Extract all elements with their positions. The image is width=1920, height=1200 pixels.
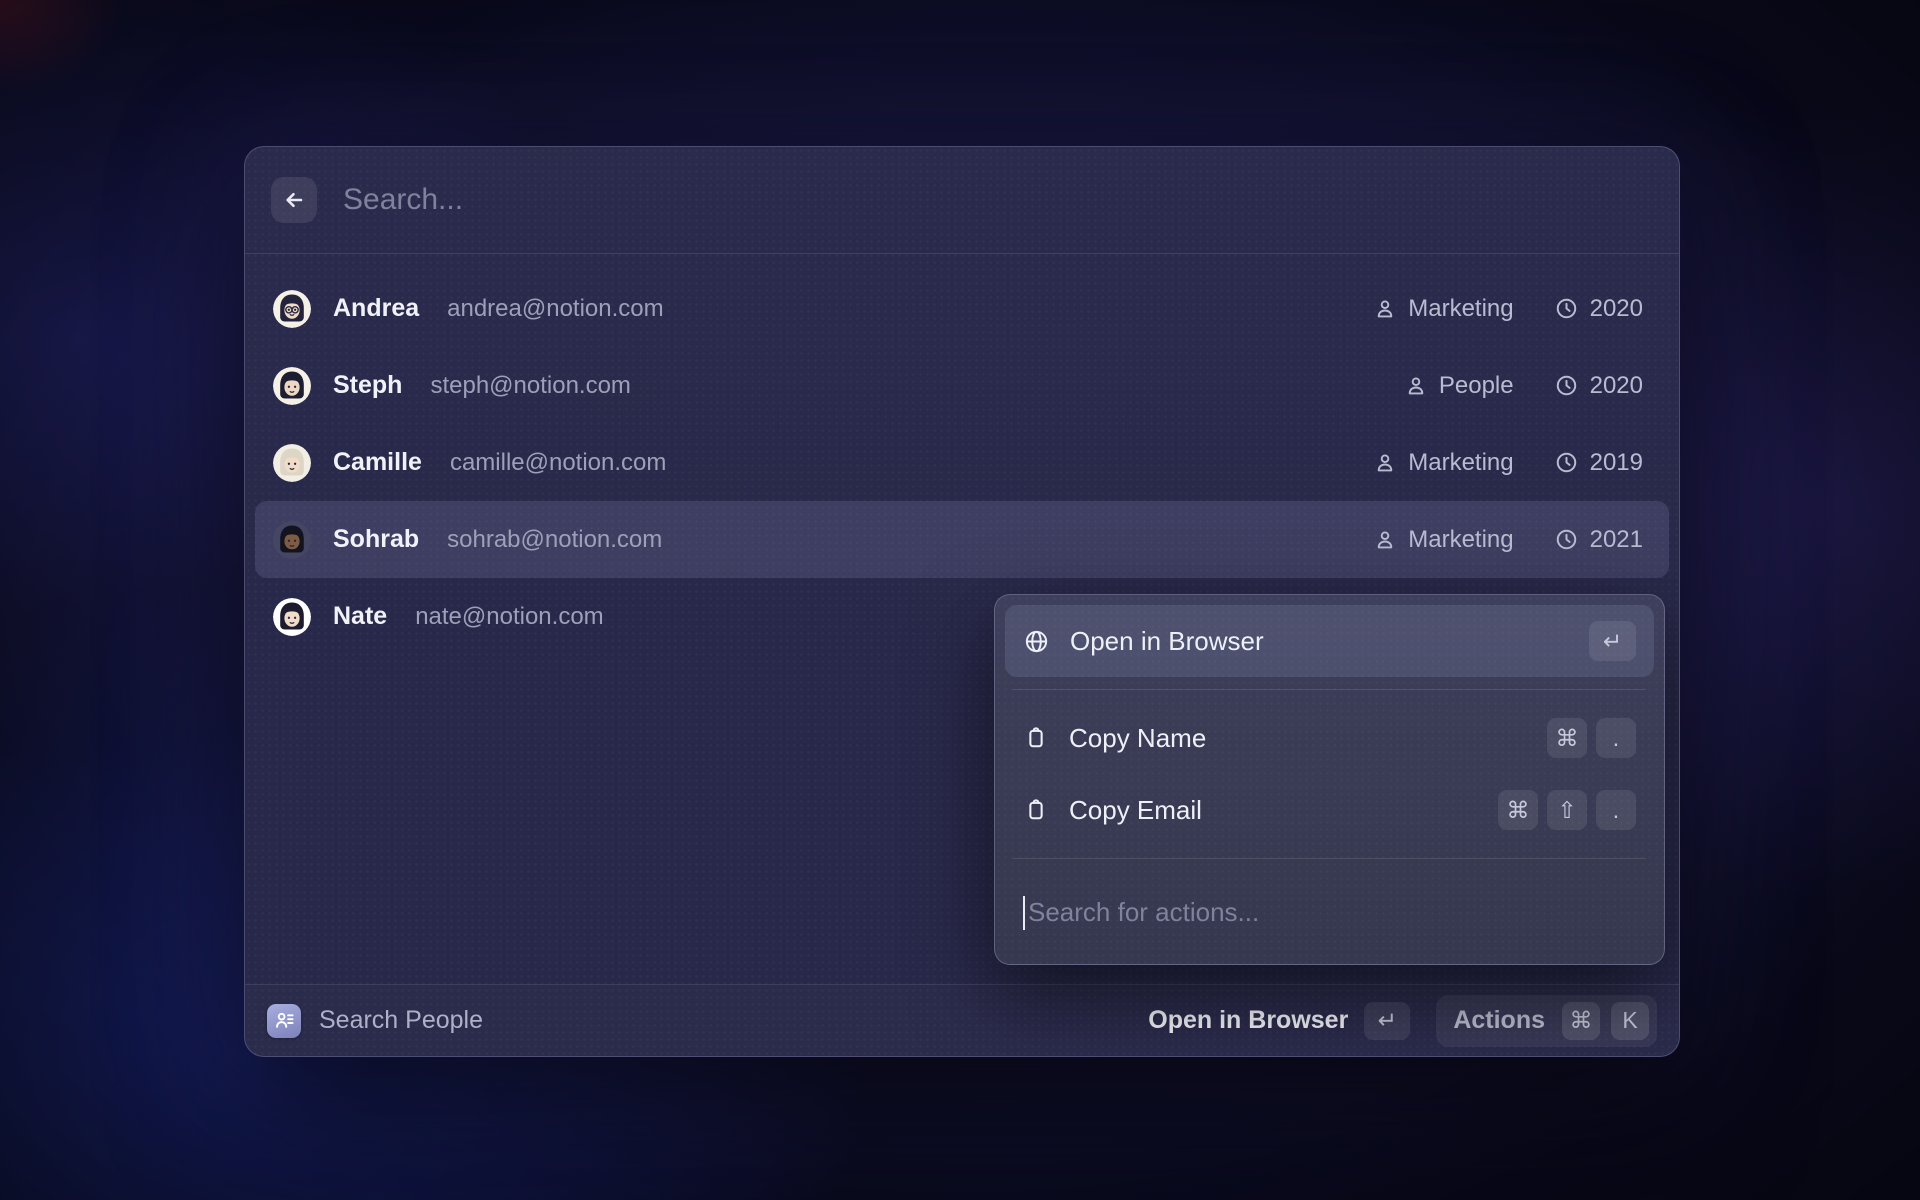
keyboard-key: . — [1596, 790, 1636, 830]
avatar — [273, 444, 311, 482]
actions-panel: Open in Browser ↵ Copy Name ⌘. Copy Emai… — [994, 594, 1665, 965]
clock-icon — [1554, 373, 1579, 398]
year-label: 2019 — [1590, 449, 1643, 477]
search-people-icon — [267, 1004, 301, 1038]
department-label: People — [1439, 372, 1514, 400]
avatar — [273, 521, 311, 559]
person-name: Andrea — [333, 294, 419, 323]
avatar — [273, 367, 311, 405]
person-name: Camille — [333, 448, 422, 477]
action-shortcut: ⌘. — [1547, 718, 1636, 758]
keyboard-key: ⌘ — [1498, 790, 1538, 830]
cmd-key: ⌘ — [1562, 1002, 1600, 1040]
keyboard-key: . — [1596, 718, 1636, 758]
search-input[interactable] — [343, 183, 1653, 217]
person-name: Sohrab — [333, 525, 419, 554]
person-row[interactable]: Andrea andrea@notion.com Marketing — [255, 270, 1669, 347]
open-in-browser-button[interactable]: Open in Browser ↵ — [1148, 1002, 1410, 1040]
department-accessory: Marketing — [1373, 295, 1513, 323]
avatar — [273, 598, 311, 636]
person-icon — [1404, 374, 1428, 398]
person-row[interactable]: Camille camille@notion.com Marketing — [255, 424, 1669, 501]
search-header — [245, 147, 1679, 253]
action-label: Copy Name — [1069, 723, 1206, 754]
person-email: camille@notion.com — [450, 449, 666, 477]
person-row[interactable]: Steph steph@notion.com People — [255, 347, 1669, 424]
enter-key: ↵ — [1364, 1002, 1410, 1040]
actions-list: Open in Browser ↵ Copy Name ⌘. Copy Emai… — [1005, 605, 1654, 846]
department-accessory: Marketing — [1373, 449, 1513, 477]
person-icon — [1373, 297, 1397, 321]
avatar — [273, 290, 311, 328]
action-label: Copy Email — [1069, 795, 1202, 826]
globe-icon — [1023, 628, 1050, 655]
action-item[interactable]: Copy Email ⌘⇧. — [1005, 774, 1654, 846]
k-key: K — [1611, 1002, 1649, 1040]
department-accessory: People — [1404, 372, 1514, 400]
desktop-background: Andrea andrea@notion.com Marketing — [0, 0, 1920, 1200]
person-email: andrea@notion.com — [447, 295, 664, 323]
actions-search-placeholder: Search for actions... — [1028, 897, 1259, 928]
arrow-left-icon — [280, 186, 308, 214]
actions-button-label: Actions — [1453, 1006, 1545, 1035]
person-email: nate@notion.com — [415, 603, 603, 631]
department-label: Marketing — [1408, 295, 1513, 323]
person-icon — [1373, 451, 1397, 475]
year-accessory: 2020 — [1554, 372, 1643, 400]
person-row[interactable]: Sohrab sohrab@notion.com Marketing — [255, 501, 1669, 578]
clock-icon — [1554, 450, 1579, 475]
action-label: Open in Browser — [1070, 626, 1264, 657]
keyboard-key: ⌘ — [1547, 718, 1587, 758]
keyboard-key: ↵ — [1589, 621, 1636, 661]
action-item[interactable]: Open in Browser ↵ — [1005, 605, 1654, 677]
person-name: Steph — [333, 371, 402, 400]
person-email: steph@notion.com — [430, 372, 630, 400]
footer-bar: Search People Open in Browser ↵ Actions … — [245, 984, 1679, 1056]
clock-icon — [1554, 527, 1579, 552]
panel-divider — [1013, 858, 1646, 859]
department-accessory: Marketing — [1373, 526, 1513, 554]
action-shortcut: ↵ — [1589, 621, 1636, 661]
department-label: Marketing — [1408, 449, 1513, 477]
action-item[interactable]: Copy Name ⌘. — [1005, 702, 1654, 774]
clipboard-icon — [1023, 797, 1049, 823]
primary-action-label: Open in Browser — [1148, 1006, 1348, 1035]
year-label: 2020 — [1590, 295, 1643, 323]
extension-label: Search People — [319, 1006, 483, 1035]
person-name: Nate — [333, 602, 387, 631]
launcher-window: Andrea andrea@notion.com Marketing — [244, 146, 1680, 1057]
text-caret — [1023, 896, 1025, 930]
clipboard-icon — [1023, 725, 1049, 751]
clock-icon — [1554, 296, 1579, 321]
row-accessories: Marketing 2020 — [1373, 295, 1651, 323]
back-button[interactable] — [271, 177, 317, 223]
actions-search-input[interactable]: Search for actions... — [1005, 871, 1654, 954]
action-shortcut: ⌘⇧. — [1498, 790, 1636, 830]
year-accessory: 2021 — [1554, 526, 1643, 554]
year-label: 2020 — [1590, 372, 1643, 400]
year-label: 2021 — [1590, 526, 1643, 554]
person-icon — [1373, 528, 1397, 552]
keyboard-key: ⇧ — [1547, 790, 1587, 830]
row-accessories: Marketing 2021 — [1373, 526, 1651, 554]
year-accessory: 2019 — [1554, 449, 1643, 477]
row-accessories: People 2020 — [1404, 372, 1651, 400]
year-accessory: 2020 — [1554, 295, 1643, 323]
panel-divider — [1013, 689, 1646, 690]
department-label: Marketing — [1408, 526, 1513, 554]
row-accessories: Marketing 2019 — [1373, 449, 1651, 477]
person-email: sohrab@notion.com — [447, 526, 662, 554]
actions-button[interactable]: Actions ⌘ K — [1436, 995, 1657, 1047]
footer-actions: Open in Browser ↵ Actions ⌘ K — [1148, 995, 1657, 1047]
